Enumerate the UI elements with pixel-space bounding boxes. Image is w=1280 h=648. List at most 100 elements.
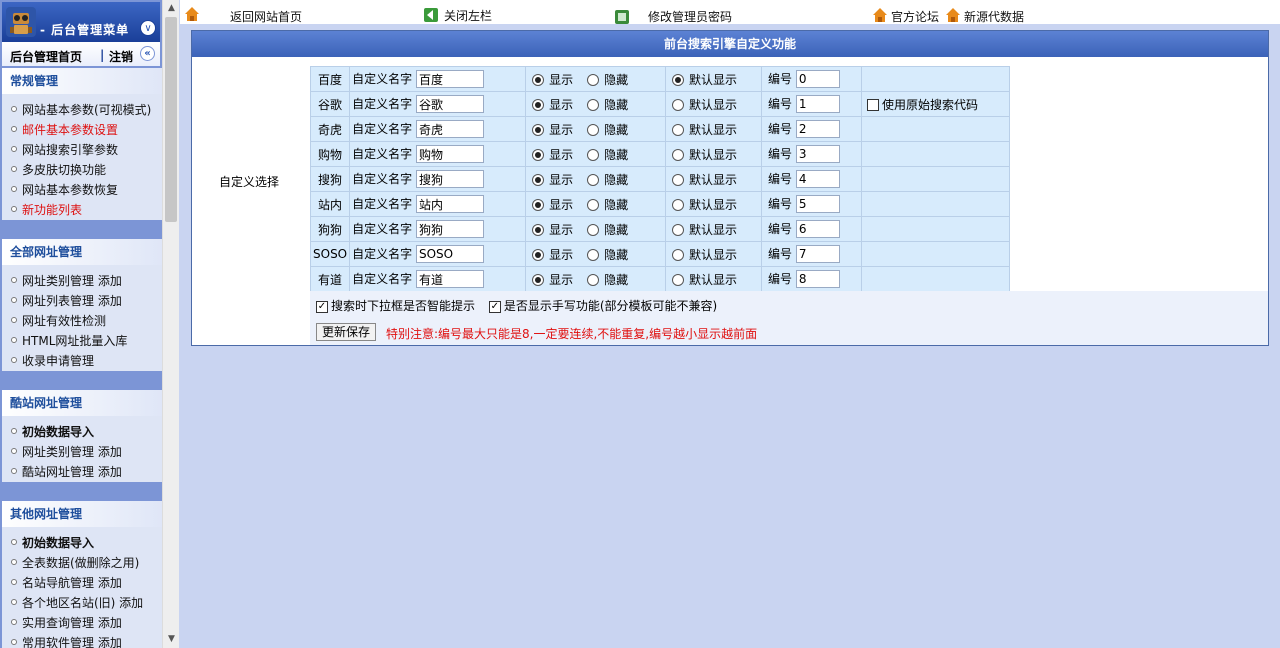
hide-radio[interactable] [587,174,600,186]
sidebar-item[interactable]: 初始数据导入 [2,422,162,442]
default-label: 默认显示 [689,97,738,112]
default-radio[interactable] [672,74,685,86]
scrollbar-thumb[interactable] [165,17,177,222]
sidebar-group-title[interactable]: 酷站网址管理 [2,390,162,416]
show-radio[interactable] [532,174,545,186]
show-radio[interactable] [532,199,545,211]
sidebar-item[interactable]: 网站基本参数恢复 [2,180,162,200]
hide-radio[interactable] [587,199,600,211]
forum-link[interactable]: 官方论坛 [891,8,939,25]
original-code-checkbox[interactable] [866,99,879,111]
hide-radio[interactable] [587,274,600,286]
number-input[interactable] [795,95,840,114]
custom-name-input[interactable] [415,170,484,189]
show-radio[interactable] [532,274,545,286]
save-button[interactable]: 更新保存 [316,323,377,341]
sidebar-title-bar: - 后台管理菜单 ∨ [2,2,160,42]
logout-link[interactable]: 注销 [109,48,133,65]
custom-name-input[interactable] [415,245,484,264]
menu-toggle-icon[interactable]: ∨ [140,20,156,36]
number-input[interactable] [795,120,840,139]
number-input[interactable] [795,245,840,264]
default-radio[interactable] [672,199,685,211]
hide-radio[interactable] [587,99,600,111]
default-radio[interactable] [672,224,685,236]
separator: | [100,48,105,62]
custom-name-input[interactable] [415,95,484,114]
sidebar-item[interactable]: 网站搜索引擎参数 [2,140,162,160]
engine-row: 搜狗自定义名字 显示 隐藏 默认显示 编号 [309,166,1011,192]
engine-row: SOSO 自定义名字 显示 隐藏 默认显示 编号 [309,241,1011,267]
default-radio[interactable] [672,274,685,286]
sidebar-item[interactable]: HTML网址批量入库 [2,331,162,351]
show-radio[interactable] [532,124,545,136]
hide-radio[interactable] [587,124,600,136]
custom-name-input[interactable] [415,270,484,289]
sidebar-item[interactable]: 各个地区名站(旧) 添加 [2,593,162,613]
number-input[interactable] [795,220,840,239]
number-input[interactable] [795,170,840,189]
show-label: 显示 [549,222,574,237]
show-radio[interactable] [532,74,545,86]
sidebar-item[interactable]: 网址类别管理 添加 [2,271,162,291]
sidebar-scrollbar[interactable]: ▲ ▼ [162,0,179,648]
number-input[interactable] [795,270,840,289]
back-home-link[interactable]: 返回网站首页 [230,8,302,25]
new-data-link[interactable]: 新源代数据 [964,8,1024,25]
hide-label: 隐藏 [604,97,629,112]
change-password-link[interactable]: 修改管理员密码 [648,8,732,25]
collapse-sidebar-icon[interactable]: « [140,46,155,61]
smart-hint-label: 搜索时下拉框是否智能提示 [331,299,476,313]
sidebar-group-title[interactable]: 常规管理 [2,68,162,94]
sidebar-item[interactable]: 多皮肤切换功能 [2,160,162,180]
hide-radio[interactable] [587,249,600,261]
custom-name-input[interactable] [415,220,484,239]
sidebar-group-title[interactable]: 其他网址管理 [2,501,162,527]
show-radio[interactable] [532,249,545,261]
hide-radio[interactable] [587,149,600,161]
show-radio[interactable] [532,99,545,111]
number-input[interactable] [795,145,840,164]
sidebar-item[interactable]: 酷站网址管理 添加 [2,462,162,482]
sidebar-group: 酷站网址管理初始数据导入 网址类别管理 添加 酷站网址管理 添加 [2,390,162,482]
show-radio[interactable] [532,224,545,236]
sidebar-group-title[interactable]: 全部网址管理 [2,239,162,265]
smart-hint-checkbox[interactable]: ✓ [316,300,328,313]
sidebar-item[interactable]: 全表数据(做删除之用) [2,553,162,573]
handwrite-checkbox[interactable]: ✓ [488,300,501,313]
custom-name-input[interactable] [415,120,484,139]
default-radio[interactable] [672,149,685,161]
admin-home-link[interactable]: 后台管理首页 [10,48,82,65]
sidebar-item[interactable]: 常用软件管理 添加 [2,633,162,648]
hide-radio[interactable] [587,74,600,86]
sidebar-item[interactable]: 实用查询管理 添加 [2,613,162,633]
scroll-down-icon[interactable]: ▼ [163,631,180,648]
default-radio[interactable] [672,99,685,111]
hide-label: 隐藏 [604,197,629,212]
custom-name-input[interactable] [415,145,484,164]
scroll-up-icon[interactable]: ▲ [163,0,180,17]
hide-radio[interactable] [587,224,600,236]
sidebar-item[interactable]: 网址有效性检测 [2,311,162,331]
sidebar-item[interactable]: 新功能列表 [2,200,162,220]
default-radio[interactable] [672,124,685,136]
sidebar-item[interactable]: 网址列表管理 添加 [2,291,162,311]
sidebar-item[interactable]: 网站基本参数(可视模式) [2,100,162,120]
sidebar-item[interactable]: 初始数据导入 [2,533,162,553]
default-label: 默认显示 [689,222,738,237]
hide-label: 隐藏 [604,272,629,287]
number-input[interactable] [795,195,840,214]
sidebar-item[interactable]: 邮件基本参数设置 [2,120,162,140]
custom-name-label: 自定义名字 [352,171,413,186]
sidebar-item[interactable]: 网址类别管理 添加 [2,442,162,462]
number-input[interactable] [795,70,840,89]
close-left-link[interactable]: 关闭左栏 [444,7,492,24]
sidebar-item[interactable]: 收录申请管理 [2,351,162,371]
sidebar-item[interactable]: 名站导航管理 添加 [2,573,162,593]
custom-name-input[interactable] [415,70,484,89]
default-radio[interactable] [672,249,685,261]
default-radio[interactable] [672,174,685,186]
custom-name-input[interactable] [415,195,484,214]
hide-label: 隐藏 [604,72,629,87]
show-radio[interactable] [532,149,545,161]
